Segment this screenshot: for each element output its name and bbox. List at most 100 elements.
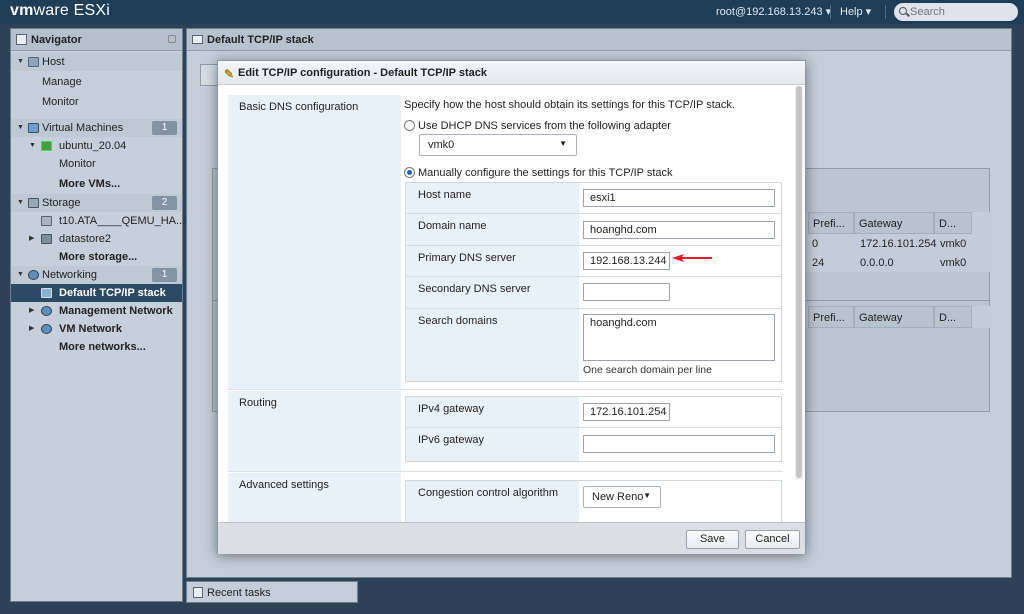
dialog-body: Basic DNS configuration Specify how the … [228, 95, 793, 522]
secondary-dns-input[interactable] [583, 283, 670, 301]
column-header[interactable]: Gateway [854, 212, 934, 234]
ipv6-gateway-label: IPv6 gateway [406, 428, 579, 461]
network-count-badge: 1 [152, 268, 177, 282]
column-header[interactable]: Prefi... [808, 306, 854, 328]
dialog-title: Edit TCP/IP configuration - Default TCP/… [238, 67, 487, 79]
nav-management-network[interactable]: ▶ Management Network [11, 302, 182, 320]
search-input[interactable]: Search [894, 3, 1018, 21]
ipv4-gateway-input[interactable]: 172.16.101.254 [583, 403, 670, 421]
nav-datastore2[interactable]: ▶ datastore2 [11, 230, 182, 248]
dialog-header: ✎ Edit TCP/IP configuration - Default TCP… [218, 61, 805, 85]
scrollbar-thumb[interactable] [796, 86, 802, 478]
chevron-down-icon: ▼ [643, 491, 651, 500]
nav-vm-ubuntu[interactable]: ▼ ubuntu_20.04 [11, 137, 182, 155]
divider [830, 5, 831, 19]
column-header[interactable]: Prefi... [808, 212, 854, 234]
column-label: Gateway [859, 312, 903, 324]
table-cell: vmk0 [940, 257, 967, 269]
column-header[interactable]: Gateway [854, 306, 934, 328]
nav-storage[interactable]: ▼ Storage 2 [11, 194, 182, 212]
table-cell: vmk0 [940, 238, 967, 250]
domain-name-row: Domain name hoanghd.com [406, 214, 781, 246]
chevron-down-icon: ▼ [559, 139, 567, 148]
recent-tasks-tab[interactable]: Recent tasks [186, 581, 358, 603]
manual-option-label: Manually configure the settings for this… [418, 167, 673, 179]
adapter-value: vmk0 [428, 139, 455, 151]
congestion-value: New Reno [592, 491, 644, 503]
nav-host-monitor[interactable]: Monitor [11, 93, 182, 111]
manual-dns-radio[interactable] [404, 167, 415, 178]
section-label: Basic DNS configuration [228, 95, 401, 389]
secondary-dns-label: Secondary DNS server [406, 277, 579, 308]
vm-running-icon [41, 141, 52, 151]
advanced-box: Congestion control algorithm New Reno ▼ [405, 480, 782, 522]
domain-name-input[interactable]: hoanghd.com [583, 221, 775, 239]
secondary-dns-row: Secondary DNS server [406, 277, 781, 309]
column-header[interactable]: D... [934, 306, 972, 328]
primary-dns-row: Primary DNS server 192.168.13.244 [406, 246, 781, 277]
dns-description: Specify how the host should obtain its s… [404, 99, 735, 111]
nav-label: Virtual Machines [42, 122, 124, 134]
ipv4-gateway-row: IPv4 gateway 172.16.101.254 [406, 397, 781, 428]
nav-networking[interactable]: ▼ Networking 1 [11, 266, 182, 284]
vm-count-badge: 1 [152, 121, 177, 135]
top-bar: vmware ESXi root@192.168.13.243 ▾ Help ▾… [0, 0, 1024, 24]
nav-vm-network[interactable]: ▶ VM Network [11, 320, 182, 338]
vm-icon [28, 123, 39, 133]
nav-more-networks[interactable]: More networks... [11, 338, 182, 356]
nav-host[interactable]: ▼ Host [11, 53, 182, 71]
nav-datastore-qemu[interactable]: t10.ATA____QEMU_HA... [11, 212, 185, 230]
table-cell: 0 [812, 238, 819, 250]
dns-section: Basic DNS configuration Specify how the … [228, 95, 783, 390]
search-domains-textarea[interactable]: hoanghd.com [583, 314, 775, 361]
navigator-panel: Navigator ▼ Host Manage Monitor ▼ Virtual … [10, 28, 185, 602]
nav-label: More networks... [59, 341, 146, 353]
nav-label: datastore2 [59, 233, 111, 245]
navigator-icon [16, 34, 27, 45]
dialog-scrollbar[interactable] [795, 86, 803, 480]
panel-header: Default TCP/IP stack [187, 29, 1011, 51]
divider [885, 5, 886, 19]
nav-label: Manage [42, 76, 82, 88]
table-cell: 172.16.101.254 [860, 238, 937, 250]
column-header[interactable]: D... [934, 212, 972, 234]
ipv6-gateway-row: IPv6 gateway [406, 428, 781, 461]
dhcp-dns-radio[interactable] [404, 120, 415, 131]
dialog-footer: Save Cancel [218, 522, 805, 554]
tcpip-stack-icon [41, 288, 52, 298]
table-cell: 0.0.0.0 [860, 257, 894, 269]
domain-name-label: Domain name [406, 214, 579, 245]
column-label: Prefi... [813, 218, 845, 230]
nav-more-vms[interactable]: More VMs... [11, 175, 182, 193]
portgroup-icon [41, 306, 52, 316]
adapter-select[interactable]: vmk0 ▼ [419, 134, 577, 156]
dhcp-option-label: Use DHCP DNS services from the following… [418, 120, 671, 132]
navigator-header: Navigator [11, 29, 182, 51]
user-menu[interactable]: root@192.168.13.243 ▾ [716, 5, 831, 18]
collapse-icon[interactable] [168, 35, 176, 43]
storage-icon [28, 198, 39, 208]
help-menu[interactable]: Help ▾ [840, 5, 871, 18]
congestion-select[interactable]: New Reno ▼ [583, 486, 661, 508]
section-label: Routing [228, 391, 401, 471]
nav-virtual-machines[interactable]: ▼ Virtual Machines 1 [11, 119, 182, 137]
host-name-label: Host name [406, 183, 579, 213]
storage-count-badge: 2 [152, 196, 177, 210]
vmkernel-table: Prefi... Gateway D... 0 172.16.101.254 v… [800, 212, 990, 272]
column-label: D... [939, 312, 957, 324]
primary-dns-label: Primary DNS server [406, 246, 579, 276]
nav-default-tcpip-stack[interactable]: Default TCP/IP stack [11, 284, 182, 302]
edit-tcpip-dialog: ✎ Edit TCP/IP configuration - Default TCP… [217, 60, 806, 554]
routes-table: Prefi... Gateway D... [800, 306, 990, 328]
recent-tasks-label: Recent tasks [207, 587, 271, 599]
host-name-input[interactable]: esxi1 [583, 189, 775, 207]
nav-vm-monitor[interactable]: Monitor [11, 155, 182, 173]
navigator-title: Navigator [31, 34, 82, 46]
nav-more-storage[interactable]: More storage... [11, 248, 182, 266]
manual-settings-box: Host name esxi1 Domain name hoanghd.com … [405, 182, 782, 382]
primary-dns-input[interactable]: 192.168.13.244 [583, 252, 670, 270]
nav-host-manage[interactable]: Manage [11, 73, 182, 91]
save-button[interactable]: Save [686, 530, 739, 549]
cancel-button[interactable]: Cancel [745, 530, 800, 549]
ipv6-gateway-input[interactable] [583, 435, 775, 453]
